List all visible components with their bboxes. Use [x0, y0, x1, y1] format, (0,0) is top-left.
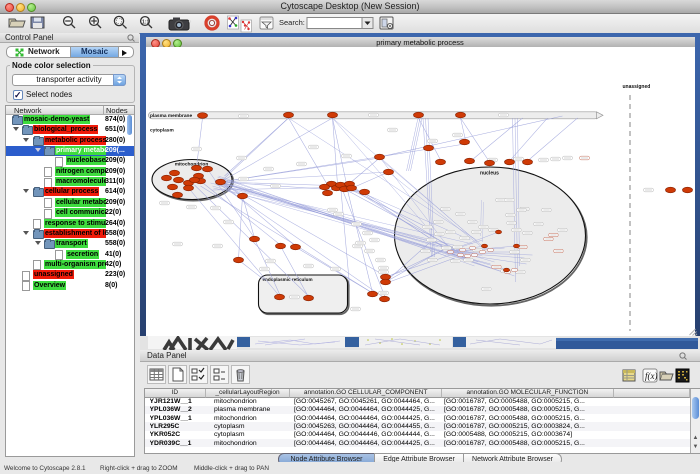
svg-text:1:1: 1:1 — [142, 20, 149, 26]
svg-text:plasma membrane: plasma membrane — [150, 113, 192, 119]
svg-text:unassigned: unassigned — [622, 84, 650, 90]
svg-text:cytoplasm: cytoplasm — [150, 128, 174, 134]
svg-text:Search:: Search: — [279, 18, 305, 27]
svg-text:nucleus: nucleus — [480, 171, 499, 177]
svg-text:f(x): f(x) — [645, 371, 658, 381]
svg-text:endoplasmic reticulum: endoplasmic reticulum — [262, 277, 312, 282]
